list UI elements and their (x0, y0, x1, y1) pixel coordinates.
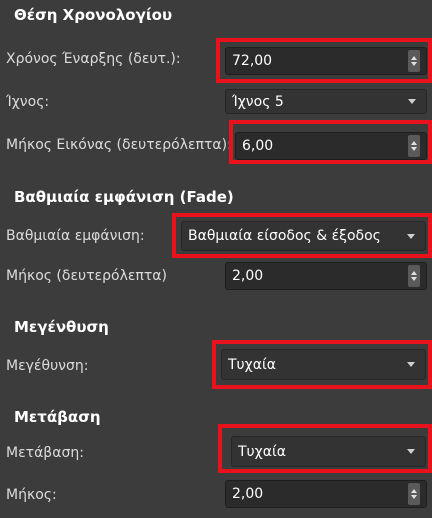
transition-length-value: 2,00 (232, 486, 264, 502)
chevron-down-icon (408, 99, 416, 104)
chevron-down-icon (407, 362, 415, 367)
fade-section-title: Βαθμιαία εμφάνιση (Fade) (14, 188, 234, 206)
fade-combobox[interactable]: Βαθμιαία είσοδος & έξοδος (181, 221, 426, 251)
zoom-section-title: Μεγένθυση (14, 318, 109, 336)
chevron-down-icon (407, 233, 415, 239)
fade-length-label: Μήκος (δευτερόλεπτα) (6, 268, 167, 284)
fade-length-spin-icon[interactable] (408, 265, 420, 287)
start-time-label: Χρόνος Έναρξης (δευτ.): (6, 51, 181, 67)
fade-value: Βαθμιαία είσοδος & έξοδος (188, 228, 381, 244)
transition-combobox[interactable]: Τυχαία (231, 436, 426, 467)
start-time-spin-icon[interactable] (408, 50, 420, 72)
fade-length-spinbox[interactable]: 2,00 (225, 262, 427, 290)
transition-section-title: Μετάβαση (14, 408, 101, 426)
chevron-down-icon (407, 449, 415, 454)
zoom-label: Μεγέθυνση: (6, 358, 89, 374)
zoom-value: Τυχαία (228, 356, 276, 373)
transition-length-spin-icon[interactable] (408, 483, 420, 505)
transition-length-label: Μήκος: (6, 487, 57, 503)
start-time-value: 72,00 (232, 53, 273, 69)
timeline-section-title: Θέση Χρονολογίου (14, 6, 173, 24)
transition-value: Τυχαία (238, 443, 286, 460)
start-time-spinbox[interactable]: 72,00 (225, 47, 427, 75)
transition-length-spinbox[interactable]: 2,00 (225, 480, 427, 508)
transition-label: Μετάβαση: (6, 445, 84, 461)
image-length-spin-icon[interactable] (408, 135, 420, 157)
fade-label: Βαθμιαία εμφάνιση: (6, 228, 145, 244)
image-length-label: Μήκος Εικόνας (δευτερόλεπτα): (6, 137, 232, 153)
image-length-spinbox[interactable]: 6,00 (235, 132, 427, 160)
fade-length-value: 2,00 (232, 268, 264, 284)
image-length-value: 6,00 (242, 138, 274, 154)
track-combobox[interactable]: Ίχνος 5 (225, 89, 427, 114)
track-value: Ίχνος 5 (232, 93, 284, 110)
zoom-combobox[interactable]: Τυχαία (221, 349, 426, 380)
track-label: Ίχνος: (6, 94, 50, 110)
